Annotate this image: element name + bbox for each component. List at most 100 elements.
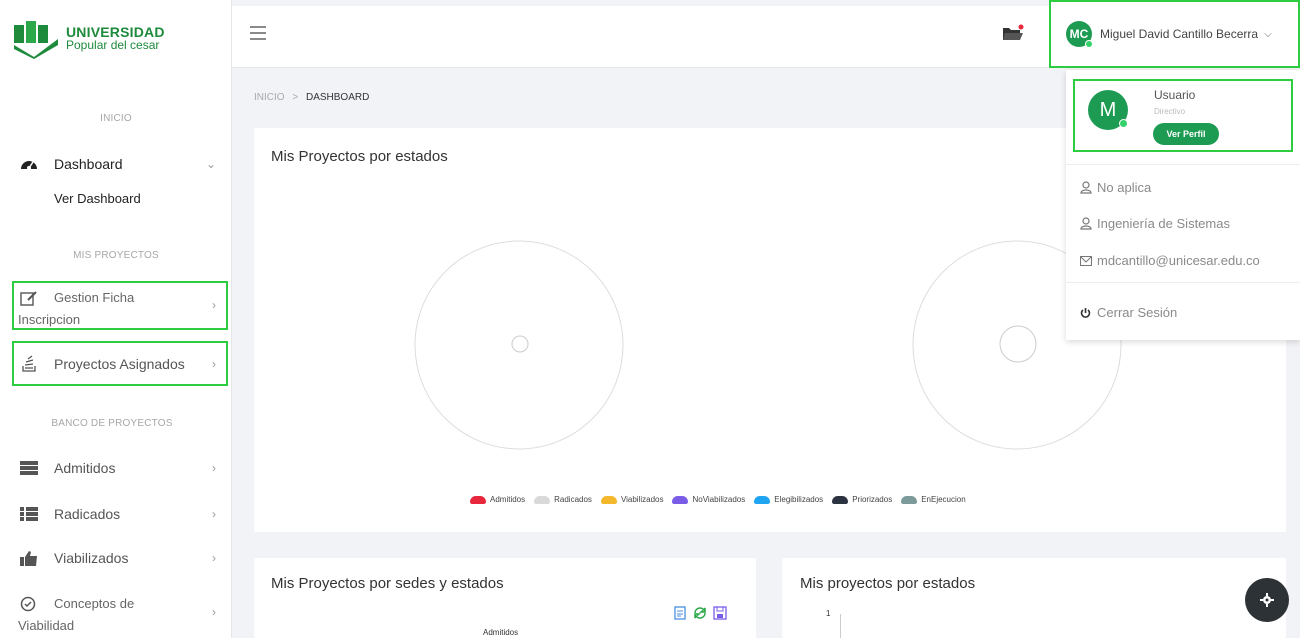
thumbs-up-icon <box>20 549 38 567</box>
section-mis-proyectos: MIS PROYECTOS <box>73 250 159 261</box>
donut-chart-left <box>414 240 624 450</box>
dropdown-item-label: mdcantillo@unicesar.edu.co <box>1097 253 1260 268</box>
breadcrumb-current: DASHBOARD <box>305 92 370 103</box>
legend-item-viabilizados[interactable]: Viabilizados <box>600 495 663 504</box>
check-circle-icon <box>20 596 36 615</box>
server-icon <box>20 459 38 477</box>
legend-swatch <box>600 495 617 504</box>
chevron-right-icon: › <box>212 461 216 475</box>
sidebar-item-radicados[interactable]: Radicados › <box>20 504 216 524</box>
chevron-right-icon: › <box>212 298 216 312</box>
legend-item-admitidos[interactable]: Admitidos <box>470 495 525 504</box>
dashboard-gauge-icon <box>20 155 38 173</box>
dropdown-item-no-aplica[interactable]: No aplica <box>1080 180 1151 195</box>
edit-icon <box>20 290 38 309</box>
sidebar-item-label: Conceptos de <box>54 596 135 611</box>
save-icon[interactable] <box>713 606 727 620</box>
power-icon <box>1080 307 1094 319</box>
legend-swatch <box>470 495 486 504</box>
user-role: Usuario <box>1154 88 1196 102</box>
sidebar-item-label: Gestion Ficha <box>54 290 135 305</box>
brand-subtitle: Popular del cesar <box>66 38 160 52</box>
mail-icon <box>1080 255 1094 266</box>
avatar-large: M <box>1088 90 1128 130</box>
legend-swatch <box>672 495 689 504</box>
settings-fab-button[interactable] <box>1245 578 1289 622</box>
legend-item-priorizados[interactable]: Priorizados <box>832 495 892 504</box>
y-axis-line <box>840 614 841 638</box>
sidebar: UNIVERSIDAD Popular del cesar INICIO Das… <box>0 0 232 638</box>
user-menu-button[interactable]: MC Miguel David Cantillo Becerra ⌵ <box>1049 0 1300 68</box>
sidebar-item-label: Viabilizados <box>54 550 129 566</box>
legend-swatch <box>901 495 918 504</box>
hamburger-menu-icon[interactable] <box>250 26 266 44</box>
gear-icon <box>1260 593 1274 607</box>
y-axis-tick: 1 <box>826 609 831 618</box>
sidebar-item-label: Proyectos Asignados <box>54 356 185 372</box>
sidebar-item-viabilizados[interactable]: Viabilizados › <box>20 548 216 568</box>
section-banco: BANCO DE PROYECTOS <box>51 418 173 429</box>
legend-swatch <box>534 495 551 504</box>
card-title: Mis Proyectos por sedes y estados <box>271 575 504 592</box>
top-bar: MC Miguel David Cantillo Becerra ⌵ <box>232 0 1300 68</box>
folder-notification-icon[interactable] <box>1002 24 1024 42</box>
dropdown-item-label: Ingeniería de Sistemas <box>1097 216 1230 231</box>
dropdown-item-email[interactable]: mdcantillo@unicesar.edu.co <box>1080 253 1260 268</box>
chart-toolbar <box>673 606 727 620</box>
chevron-down-icon: ⌄ <box>205 157 216 171</box>
chevron-down-icon: ⌵ <box>1264 28 1272 40</box>
breadcrumb: INICIO > DASHBOARD <box>254 92 369 103</box>
card-title: Mis Proyectos por estados <box>271 148 448 165</box>
avatar-initials: MC <box>1069 27 1089 41</box>
sidebar-subitem-ver-dashboard[interactable]: Ver Dashboard <box>54 191 141 206</box>
breadcrumb-home[interactable]: INICIO <box>254 92 285 103</box>
sidebar-item-label-line2: Viabilidad <box>18 618 75 633</box>
legend-item-enejecucion[interactable]: EnEjecucion <box>901 495 966 504</box>
breadcrumb-separator: > <box>292 92 299 103</box>
sidebar-item-admitidos[interactable]: Admitidos › <box>20 458 216 478</box>
user-dropdown-menu: M Usuario Directivo Ver Perfil No aplica… <box>1066 70 1300 340</box>
avatar-letter: M <box>1099 98 1117 121</box>
chart-series-label: Admitidos <box>483 628 519 637</box>
section-inicio: INICIO <box>100 113 132 124</box>
sidebar-item-dashboard[interactable]: Dashboard ⌄ <box>20 154 216 174</box>
dropdown-item-label: Cerrar Sesión <box>1097 305 1178 320</box>
sidebar-item-label: Admitidos <box>54 460 116 476</box>
document-icon[interactable] <box>673 606 687 620</box>
list-icon <box>20 505 38 523</box>
dropdown-item-label: No aplica <box>1097 180 1152 195</box>
online-status-dot <box>1085 40 1093 48</box>
legend-swatch <box>754 495 771 504</box>
logout-button[interactable]: Cerrar Sesión <box>1080 305 1177 320</box>
sidebar-item-proyectos-asignados[interactable]: Proyectos Asignados › <box>20 354 216 374</box>
user-icon <box>1080 217 1094 230</box>
projects-by-campus-card: Mis Proyectos por sedes y estados Admiti… <box>254 558 756 638</box>
view-profile-button[interactable]: Ver Perfil <box>1153 123 1219 145</box>
card-title: Mis proyectos por estados <box>800 575 976 592</box>
legend-item-radicados[interactable]: Radicados <box>534 495 592 504</box>
legend-item-noviabilizados[interactable]: NoViabilizados <box>672 495 745 504</box>
user-name: Miguel David Cantillo Becerra <box>1100 27 1259 41</box>
university-logo-icon <box>14 21 58 59</box>
stack-icon <box>20 355 38 373</box>
chevron-right-icon: › <box>212 605 216 619</box>
sidebar-item-gestion-ficha[interactable]: Gestion Ficha Inscripcion › <box>18 290 216 330</box>
refresh-icon[interactable] <box>692 606 708 620</box>
user-icon <box>1080 181 1094 194</box>
online-status-dot <box>1119 119 1128 128</box>
sidebar-item-label: Radicados <box>54 506 121 522</box>
brand[interactable]: UNIVERSIDAD Popular del cesar <box>0 0 231 78</box>
divider <box>1066 164 1300 165</box>
dropdown-item-program[interactable]: Ingeniería de Sistemas <box>1080 216 1230 231</box>
chevron-right-icon: › <box>212 507 216 521</box>
legend-item-elegibilizados[interactable]: Elegibilizados <box>754 495 823 504</box>
chevron-right-icon: › <box>212 357 216 371</box>
sidebar-item-label: Dashboard <box>54 156 123 172</box>
avatar: MC <box>1066 21 1093 48</box>
divider <box>1066 282 1300 283</box>
sidebar-item-conceptos[interactable]: Conceptos de Viabilidad › <box>18 595 216 635</box>
chevron-right-icon: › <box>212 551 216 565</box>
sidebar-item-label-line2: Inscripcion <box>18 312 81 327</box>
legend-swatch <box>832 495 849 504</box>
chart-legend: Admitidos Radicados Viabilizados NoViabi… <box>470 495 975 504</box>
